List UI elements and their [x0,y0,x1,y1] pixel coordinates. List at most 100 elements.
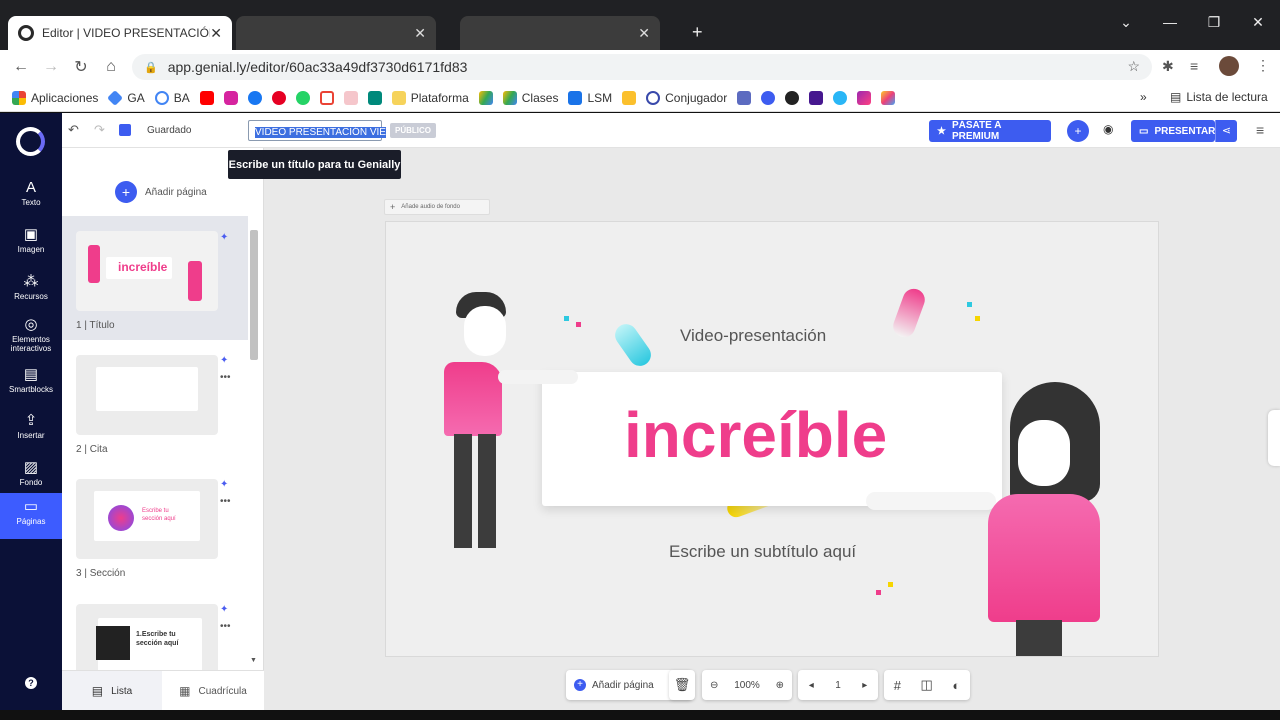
delete-page-icon[interactable]: 🗑 [669,670,695,700]
minimize-icon[interactable]: — [1148,14,1192,31]
classroom-icon[interactable] [622,90,637,105]
page-thumbnail[interactable] [76,355,218,435]
close-tab-icon[interactable]: ✕ [210,25,222,42]
profile-dropdown-icon[interactable]: ⌄ [1104,14,1148,31]
undo-icon[interactable]: ↶ [68,122,79,138]
bookmark-ba[interactable]: BA [154,90,190,105]
youtube-icon[interactable] [199,90,214,105]
nav-background[interactable]: ▨ Fondo [0,454,62,498]
avatar[interactable] [1219,56,1239,76]
bookmark-icon[interactable] [857,90,872,105]
tab-3[interactable]: ✕ [460,16,660,50]
magic-wand-icon[interactable]: ✦ [220,604,228,615]
bookmark-lsm[interactable]: LSM [568,90,612,105]
nav-text[interactable]: A Texto [0,175,62,219]
theme-icon[interactable]: ◐ [952,678,960,693]
nav-smartblocks[interactable]: ▤ Smartblocks [0,361,62,405]
extensions-icon[interactable]: ✱ [1162,58,1174,75]
more-options-icon[interactable]: ••• [220,372,231,383]
magic-wand-icon[interactable]: ✦ [220,479,228,490]
nav-interactive[interactable]: ◎ Elementos interactivos [0,311,62,359]
home-icon[interactable]: ⌂ [96,58,126,76]
zoom-out-icon[interactable]: ⊖ [710,680,718,691]
magic-wand-icon[interactable]: ✦ [220,232,228,243]
slide[interactable]: Video-presentación increíble Escribe un … [385,221,1159,657]
bookmarks-bar: Aplicaciones GA BA Plataforma Clases LSM… [0,84,1280,112]
bookmark-icon[interactable] [881,90,896,105]
page-thumbnail[interactable]: 1.Escribe tu sección aquí [76,604,218,674]
hamburger-menu-icon[interactable]: ≡ [1256,122,1264,138]
bookmark-icon[interactable] [833,90,848,105]
page-thumbnail[interactable]: Escribe tu sección aquí [76,479,218,559]
reload-icon[interactable]: ↻ [66,57,96,77]
present-button[interactable]: ▭ PRESENTAR [1131,120,1215,142]
bookmark-ga[interactable]: GA [107,89,145,106]
preview-eye-icon[interactable]: ◉ [1103,122,1113,136]
magic-wand-icon[interactable]: ✦ [220,355,228,366]
genially-logo[interactable] [16,127,45,156]
reading-list[interactable]: ▤ Lista de lectura [1170,90,1268,104]
add-audio-button[interactable]: + Añade audio de fondo [384,199,490,215]
slide-subtitle[interactable]: Escribe un subtítulo aquí [669,542,856,562]
redo-icon[interactable]: ↷ [94,122,105,138]
next-page-icon[interactable]: ▸ [862,680,867,691]
title-input[interactable]: VIDEO PRESENTACIÓN VIE [248,120,386,141]
more-bookmarks-icon[interactable]: » [1140,90,1147,104]
more-options-icon[interactable]: ••• [220,496,231,507]
tab-2[interactable]: ✕ [236,16,436,50]
layout-icon[interactable]: ◫ [921,677,933,693]
canva-icon[interactable] [761,90,776,105]
back-icon[interactable]: ← [6,58,36,76]
drive-icon[interactable] [478,90,493,105]
restore-icon[interactable]: ❐ [1192,14,1236,31]
list-view-button[interactable]: ▤ Lista [62,671,162,711]
help-icon[interactable]: ? [25,677,37,689]
address-bar[interactable]: 🔒 app.genial.ly/editor/60ac33a49df3730d6… [132,54,1152,80]
instagram-icon[interactable] [223,90,238,105]
media-icon[interactable]: ≡ [1190,58,1198,74]
grid-guides-icon[interactable]: # [894,678,901,693]
bookmark-icon[interactable] [737,90,752,105]
bookmark-conjugador[interactable]: Conjugador [646,90,727,105]
scrollbar-thumb[interactable] [250,230,258,360]
bookmark-clases[interactable]: Clases [502,90,558,105]
menu-icon[interactable]: ⋮ [1256,57,1270,74]
close-window-icon[interactable]: ✕ [1236,14,1280,31]
premium-button[interactable]: ★ PÁSATE A PREMIUM [929,120,1051,142]
pages-scrollbar[interactable]: ▼ [248,230,260,664]
forward-icon[interactable]: → [36,58,66,76]
share-icon[interactable]: ⋖ [1215,120,1237,142]
scroll-down-icon[interactable]: ▼ [250,657,257,664]
bookmark-plataforma[interactable]: Plataforma [391,90,469,105]
page-thumbnail[interactable]: increíble [76,231,218,311]
new-tab-button[interactable]: + [692,22,703,43]
grid-view-button[interactable]: ▦ Cuadrícula [162,671,264,711]
nav-image[interactable]: ▣ Imagen [0,221,62,265]
shirt-icon[interactable] [343,90,358,105]
nav-pages[interactable]: ▭ Páginas [0,493,62,539]
star-icon[interactable]: ☆ [1127,58,1140,75]
add-page-button[interactable]: + Añadir página [115,181,207,203]
bookmark-apps[interactable]: Aplicaciones [12,90,98,105]
whatsapp-icon[interactable] [295,90,310,105]
nav-resources[interactable]: ⁂ Recursos [0,268,62,312]
nav-insert[interactable]: ⇪ Insertar [0,407,62,451]
slide-top-text[interactable]: Video-presentación [680,326,826,346]
right-panel-handle[interactable] [1268,410,1280,466]
close-tab-icon[interactable]: ✕ [638,25,650,42]
facebook-icon[interactable] [247,90,262,105]
public-badge[interactable]: PÚBLICO [390,123,436,138]
pinterest-icon[interactable] [271,90,286,105]
zoom-in-icon[interactable]: ⊕ [776,680,784,691]
genially-icon[interactable] [785,90,800,105]
thumb-card [96,367,198,411]
kahoot-icon[interactable] [809,90,824,105]
add-collaborator-icon[interactable]: + [1067,120,1089,142]
slide-main-title[interactable]: increíble [624,398,887,472]
close-tab-icon[interactable]: ✕ [414,25,426,42]
meet-icon[interactable] [367,90,382,105]
gmail-icon[interactable] [319,90,334,105]
more-options-icon[interactable]: ••• [220,621,231,632]
tab-editor[interactable]: Editor | VIDEO PRESENTACIÓN V ✕ [8,16,232,50]
prev-page-icon[interactable]: ◂ [809,680,814,691]
